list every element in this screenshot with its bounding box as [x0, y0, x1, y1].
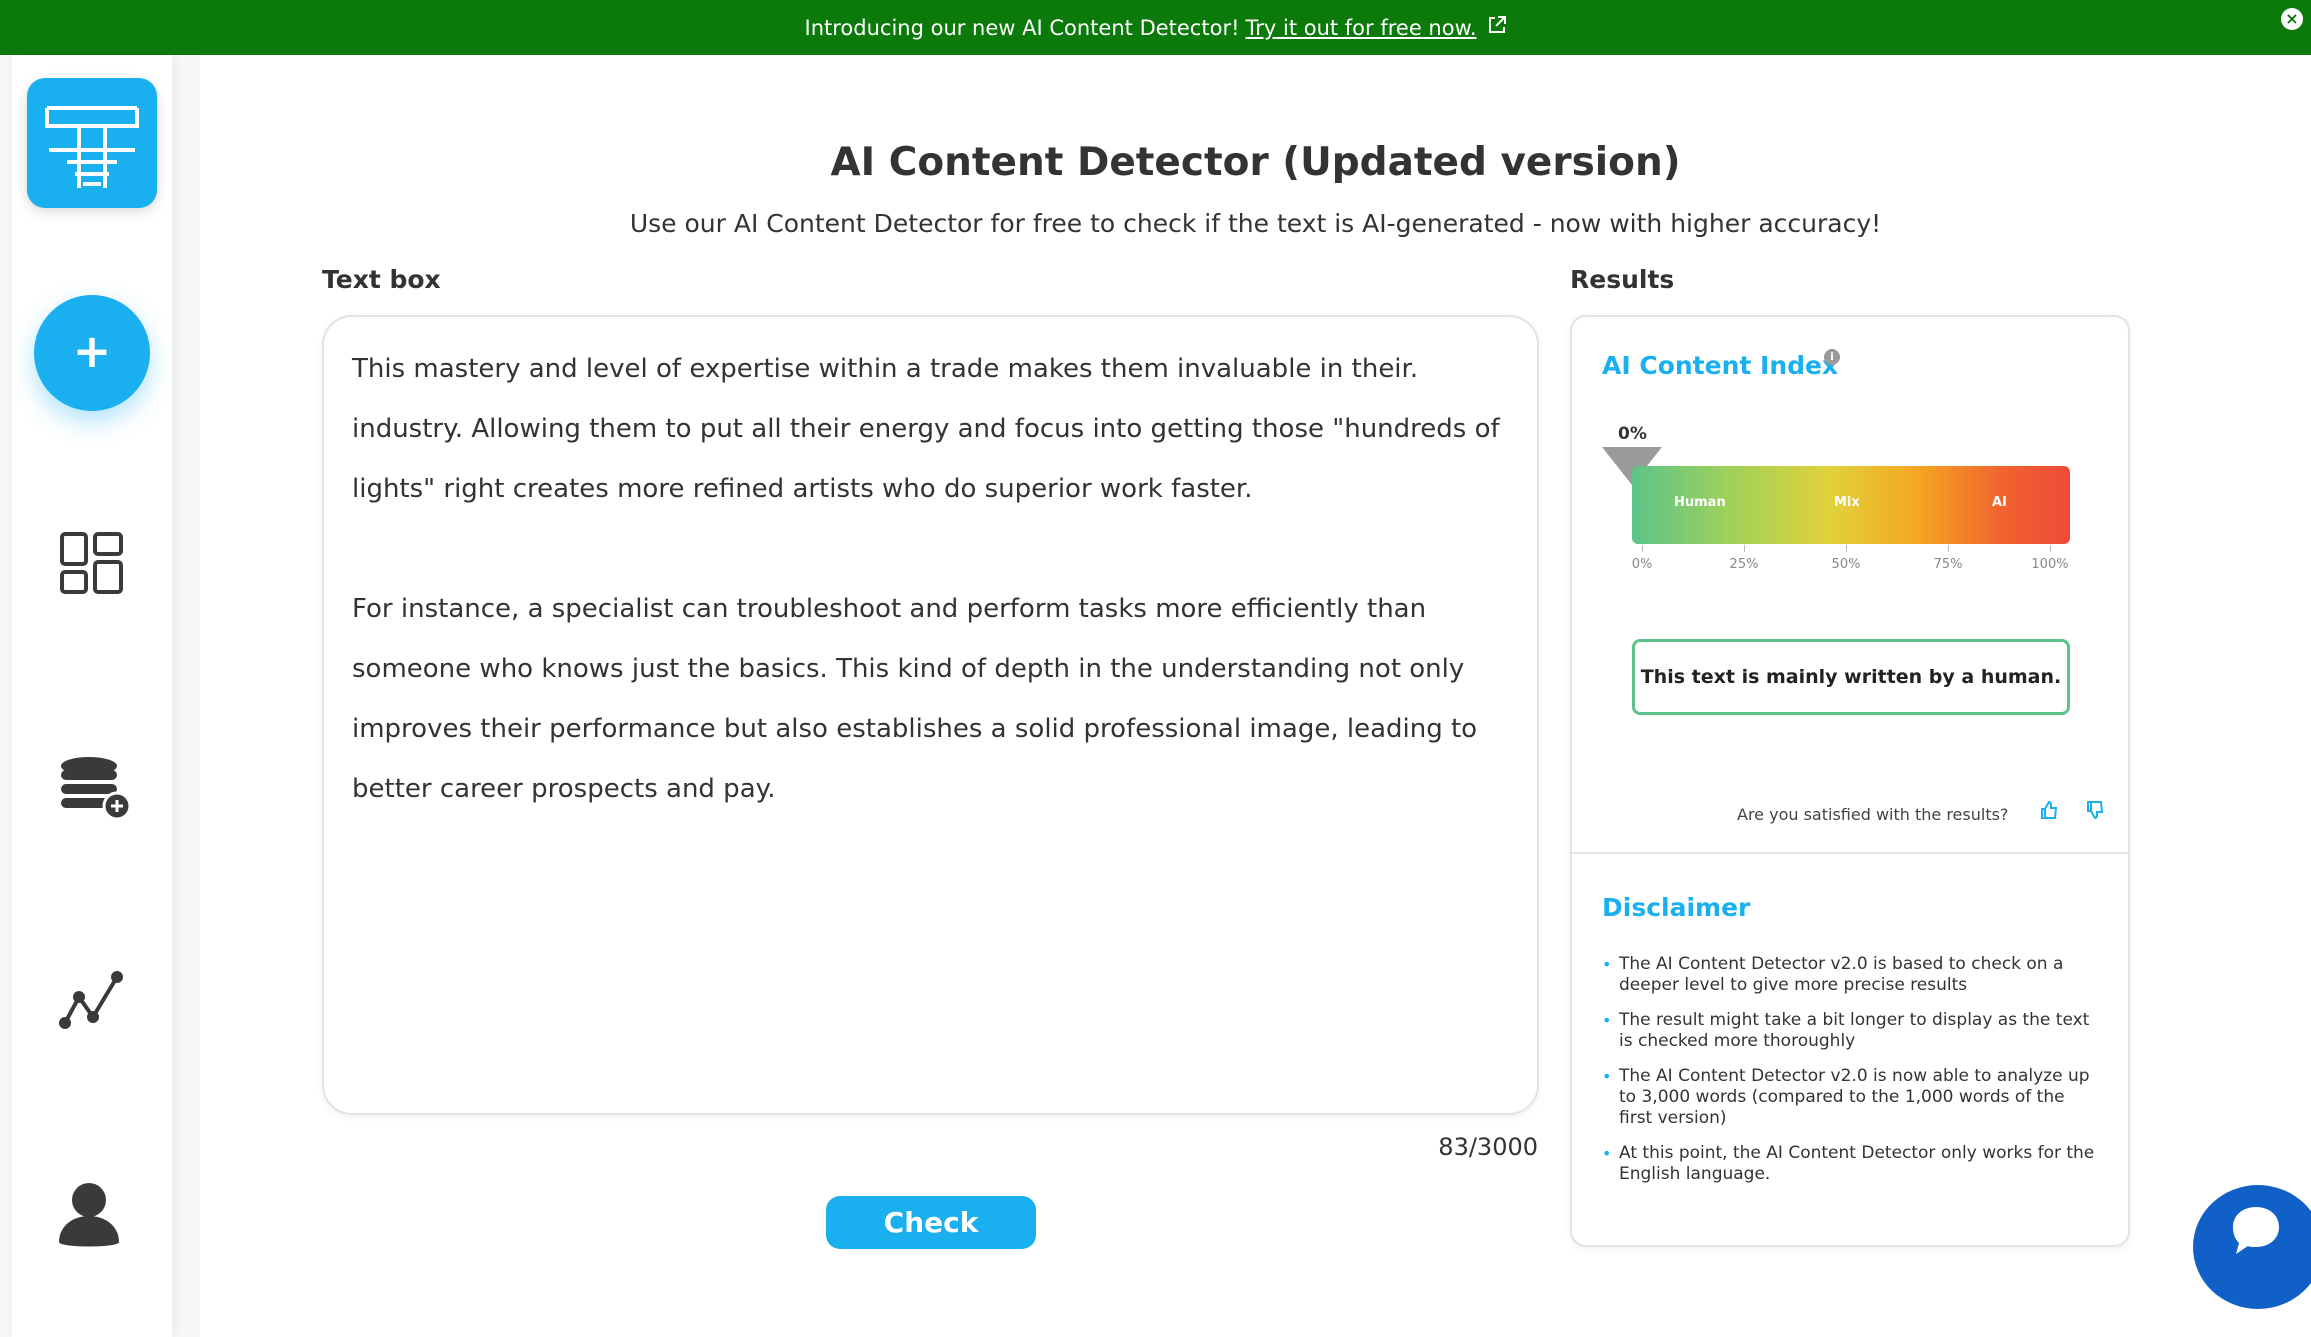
- disclaimer-title: Disclaimer: [1602, 893, 1751, 922]
- user-icon[interactable]: [57, 1178, 129, 1250]
- page-title: AI Content Detector (Updated version): [830, 140, 1681, 185]
- text-input-value[interactable]: This mastery and level of expertise with…: [352, 339, 1509, 819]
- word-counter: 83/3000: [1438, 1133, 1538, 1161]
- banner-text: Introducing our new AI Content Detector!: [804, 15, 1240, 40]
- t-logo-icon[interactable]: [27, 78, 157, 208]
- chat-button[interactable]: [2193, 1185, 2311, 1309]
- tick-label: 0%: [1631, 557, 1653, 572]
- gauge-label-ai: AI: [1992, 495, 2007, 510]
- close-icon[interactable]: ×: [2281, 8, 2303, 30]
- page-subtitle: Use our AI Content Detector for free to …: [629, 209, 1882, 238]
- tick-label: 100%: [2031, 557, 2069, 572]
- verdict-box: This text is mainly written by a human.: [1632, 639, 2070, 715]
- thumbs-down-icon[interactable]: [2085, 800, 2105, 825]
- results-panel: AI Content Index i 0% Human Mix AI 0% 25…: [1570, 315, 2130, 1247]
- external-link-icon[interactable]: [1487, 15, 1507, 41]
- chat-icon: [2233, 1207, 2279, 1254]
- dashboard-grid-icon[interactable]: [57, 528, 129, 600]
- check-button[interactable]: Check: [826, 1196, 1036, 1249]
- ai-index-title: AI Content Index: [1602, 351, 1839, 380]
- list-item: The result might take a bit longer to di…: [1602, 1010, 2102, 1052]
- list-item: The AI Content Detector v2.0 is now able…: [1602, 1066, 2102, 1129]
- satisfaction-prompt: Are you satisfied with the results?: [1737, 805, 2009, 824]
- main-content: AI Content Detector (Updated version) Us…: [200, 55, 2311, 1337]
- promo-banner: Introducing our new AI Content Detector!…: [0, 0, 2311, 55]
- tick-label: 25%: [1729, 557, 1759, 572]
- results-divider: [1572, 852, 2128, 854]
- tick-label: 75%: [1933, 557, 1963, 572]
- sidebar: +: [12, 55, 172, 1337]
- tick-label: 50%: [1831, 557, 1861, 572]
- line-chart-icon[interactable]: [57, 963, 129, 1035]
- gauge-label-mix: Mix: [1834, 495, 1860, 510]
- list-item: At this point, the AI Content Detector o…: [1602, 1143, 2102, 1185]
- results-label: Results: [1570, 265, 1675, 294]
- disclaimer-list: The AI Content Detector v2.0 is based to…: [1602, 954, 2102, 1199]
- ai-gauge-bar: Human Mix AI: [1632, 466, 2070, 544]
- textbox-label: Text box: [322, 265, 441, 294]
- text-input-area[interactable]: This mastery and level of expertise with…: [322, 315, 1539, 1115]
- gauge-ticks: 0% 25% 50% 75% 100%: [1632, 545, 2070, 575]
- gauge-label-human: Human: [1674, 495, 1726, 510]
- gauge-pointer-value: 0%: [1618, 424, 1647, 444]
- coins-add-icon[interactable]: [57, 748, 132, 821]
- banner-link[interactable]: Try it out for free now.: [1246, 16, 1477, 40]
- list-item: The AI Content Detector v2.0 is based to…: [1602, 954, 2102, 996]
- add-button[interactable]: +: [34, 295, 150, 411]
- thumbs-up-icon[interactable]: [2039, 800, 2059, 825]
- info-icon[interactable]: i: [1824, 349, 1840, 365]
